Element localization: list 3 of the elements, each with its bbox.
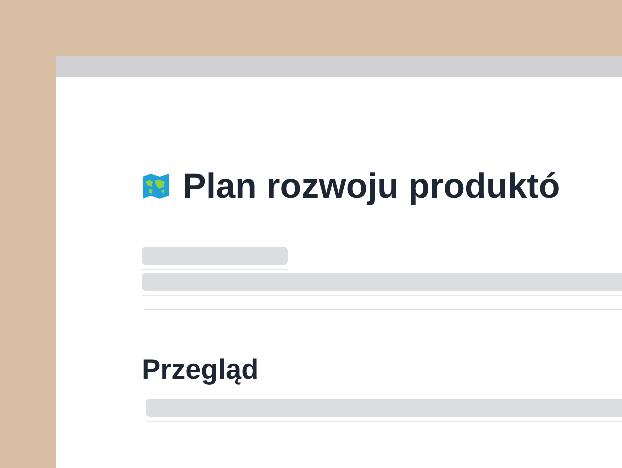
section-heading: Przegląd: [142, 356, 260, 384]
page-title: Plan rozwoju produktó: [183, 169, 560, 204]
map-icon: [142, 173, 170, 200]
